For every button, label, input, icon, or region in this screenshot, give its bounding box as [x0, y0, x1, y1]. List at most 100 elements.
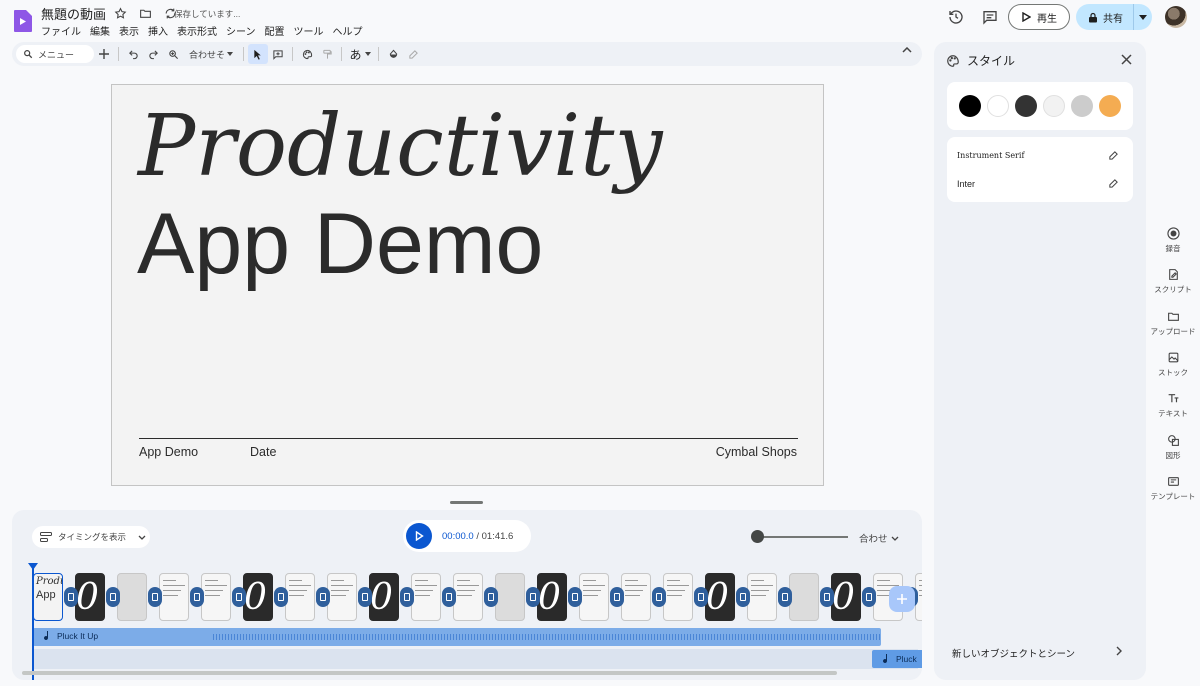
avatar[interactable]	[1165, 6, 1187, 28]
scene-transition-button[interactable]	[232, 587, 246, 607]
slide-title-line1[interactable]: Productivity	[138, 97, 663, 196]
menu-arrange[interactable]: 配置	[265, 23, 285, 38]
rail-script[interactable]: スクリプト	[1150, 268, 1196, 295]
rail-templates[interactable]: テンプレート	[1150, 475, 1196, 502]
edit-font-icon[interactable]	[1108, 178, 1119, 189]
scene-thumbnail[interactable]: 0	[705, 573, 735, 621]
scene-transition-button[interactable]	[652, 587, 666, 607]
menu-scene[interactable]: シーン	[226, 23, 256, 38]
comment-icon[interactable]	[982, 9, 998, 25]
color-swatch[interactable]	[1099, 95, 1121, 117]
scene-transition-button[interactable]	[862, 587, 876, 607]
color-swatch[interactable]	[987, 95, 1009, 117]
font-instrument-serif[interactable]: Instrument Serif	[957, 151, 1024, 160]
paint-format-icon[interactable]	[317, 44, 337, 64]
scene-transition-button[interactable]	[358, 587, 372, 607]
zoom-icon[interactable]	[163, 44, 183, 64]
history-icon[interactable]	[948, 9, 964, 25]
scene-transition-button[interactable]	[442, 587, 456, 607]
show-timing-button[interactable]: タイミングを表示	[32, 526, 150, 548]
scene-thumbnail[interactable]	[495, 573, 525, 621]
share-button[interactable]: 共有	[1076, 4, 1134, 30]
scene-transition-button[interactable]	[778, 587, 792, 607]
new-objects-and-scenes-link[interactable]: 新しいオブジェクトとシーン	[952, 646, 1075, 660]
scene-transition-button[interactable]	[568, 587, 582, 607]
timeline-scrollbar[interactable]	[22, 671, 837, 675]
audio-track[interactable]: Pluck It Up	[33, 628, 881, 646]
rail-text[interactable]: テキスト	[1150, 392, 1196, 419]
slide-canvas[interactable]: Productivity App Demo App Demo Date Cymb…	[111, 84, 824, 486]
scene-thumbnail[interactable]	[201, 573, 231, 621]
collapse-toolbar-icon[interactable]	[902, 47, 912, 53]
share-dropdown-button[interactable]	[1134, 14, 1152, 20]
scene-transition-button[interactable]	[526, 587, 540, 607]
slide-title-line2[interactable]: App Demo	[137, 195, 543, 294]
font-inter[interactable]: Inter	[957, 179, 975, 189]
color-swatch[interactable]	[1043, 95, 1065, 117]
menu-help[interactable]: ヘルプ	[333, 23, 363, 38]
color-swatch[interactable]	[959, 95, 981, 117]
rail-upload[interactable]: アップロード	[1150, 310, 1196, 337]
folder-move-icon[interactable]	[138, 6, 153, 21]
text-style-select[interactable]: あ	[346, 44, 374, 64]
fill-color-icon[interactable]	[383, 44, 403, 64]
palette-icon[interactable]	[297, 44, 317, 64]
scene-thumbnail[interactable]	[663, 573, 693, 621]
resize-handle[interactable]	[450, 501, 483, 504]
select-cursor-icon[interactable]	[248, 44, 269, 64]
scene-thumbnail[interactable]	[747, 573, 777, 621]
add-scene-button[interactable]	[889, 586, 915, 612]
comment-add-icon[interactable]	[268, 44, 288, 64]
timeline-play-button[interactable]	[406, 523, 432, 549]
scene-transition-button[interactable]	[316, 587, 330, 607]
scene-thumbnail[interactable]: 0	[369, 573, 399, 621]
scene-transition-button[interactable]	[694, 587, 708, 607]
scene-transition-button[interactable]	[274, 587, 288, 607]
menu-file[interactable]: ファイル	[41, 23, 81, 38]
menu-view[interactable]: 表示	[119, 23, 139, 38]
redo-icon[interactable]	[143, 44, 163, 64]
star-icon[interactable]	[113, 6, 128, 21]
scene-thumbnail[interactable]	[327, 573, 357, 621]
audio-track-second[interactable]: Pluck	[872, 650, 922, 668]
scene-thumbnail[interactable]: 0	[537, 573, 567, 621]
slide-footer-date[interactable]: Date	[250, 445, 276, 459]
scene-thumbnail[interactable]	[159, 573, 189, 621]
scene-transition-button[interactable]	[106, 587, 120, 607]
scene-thumbnail[interactable]	[579, 573, 609, 621]
scene-thumbnail[interactable]	[621, 573, 651, 621]
vids-logo[interactable]	[13, 9, 33, 33]
chevron-right-icon[interactable]	[1116, 646, 1122, 656]
scene-thumbnail[interactable]	[285, 573, 315, 621]
zoom-select[interactable]: 合わせそ	[189, 48, 234, 61]
scene-thumbnail[interactable]: Produ App	[33, 573, 63, 621]
play-button[interactable]: 再生	[1008, 4, 1070, 30]
slide-footer-right[interactable]: Cymbal Shops	[716, 445, 797, 459]
document-title[interactable]: 無題の動画	[41, 4, 106, 23]
menu-format[interactable]: 表示形式	[177, 23, 217, 38]
scene-transition-button[interactable]	[820, 587, 834, 607]
menu-edit[interactable]: 編集	[90, 23, 110, 38]
rail-stock[interactable]: ストック	[1150, 351, 1196, 378]
undo-icon[interactable]	[123, 44, 143, 64]
scene-transition-button[interactable]	[148, 587, 162, 607]
scene-transition-button[interactable]	[400, 587, 414, 607]
border-color-icon[interactable]	[403, 44, 423, 64]
close-icon[interactable]	[1121, 54, 1132, 65]
rail-shapes[interactable]: 図形	[1150, 434, 1196, 461]
edit-font-icon[interactable]	[1108, 150, 1119, 161]
scene-thumbnail[interactable]: 0	[75, 573, 105, 621]
color-swatch[interactable]	[1071, 95, 1093, 117]
scene-thumbnail[interactable]	[117, 573, 147, 621]
scene-thumbnail[interactable]	[411, 573, 441, 621]
scene-transition-button[interactable]	[610, 587, 624, 607]
fit-select[interactable]: 合わせ	[859, 531, 899, 545]
zoom-slider-knob[interactable]	[751, 530, 764, 543]
scene-thumbnail[interactable]: 0	[831, 573, 861, 621]
scene-thumbnail[interactable]: 0	[243, 573, 273, 621]
slide-footer-left[interactable]: App Demo	[139, 445, 198, 459]
menu-insert[interactable]: 挿入	[148, 23, 168, 38]
timeline-zoom-slider[interactable]	[751, 530, 848, 543]
scene-thumbnail[interactable]	[453, 573, 483, 621]
scene-transition-button[interactable]	[736, 587, 750, 607]
